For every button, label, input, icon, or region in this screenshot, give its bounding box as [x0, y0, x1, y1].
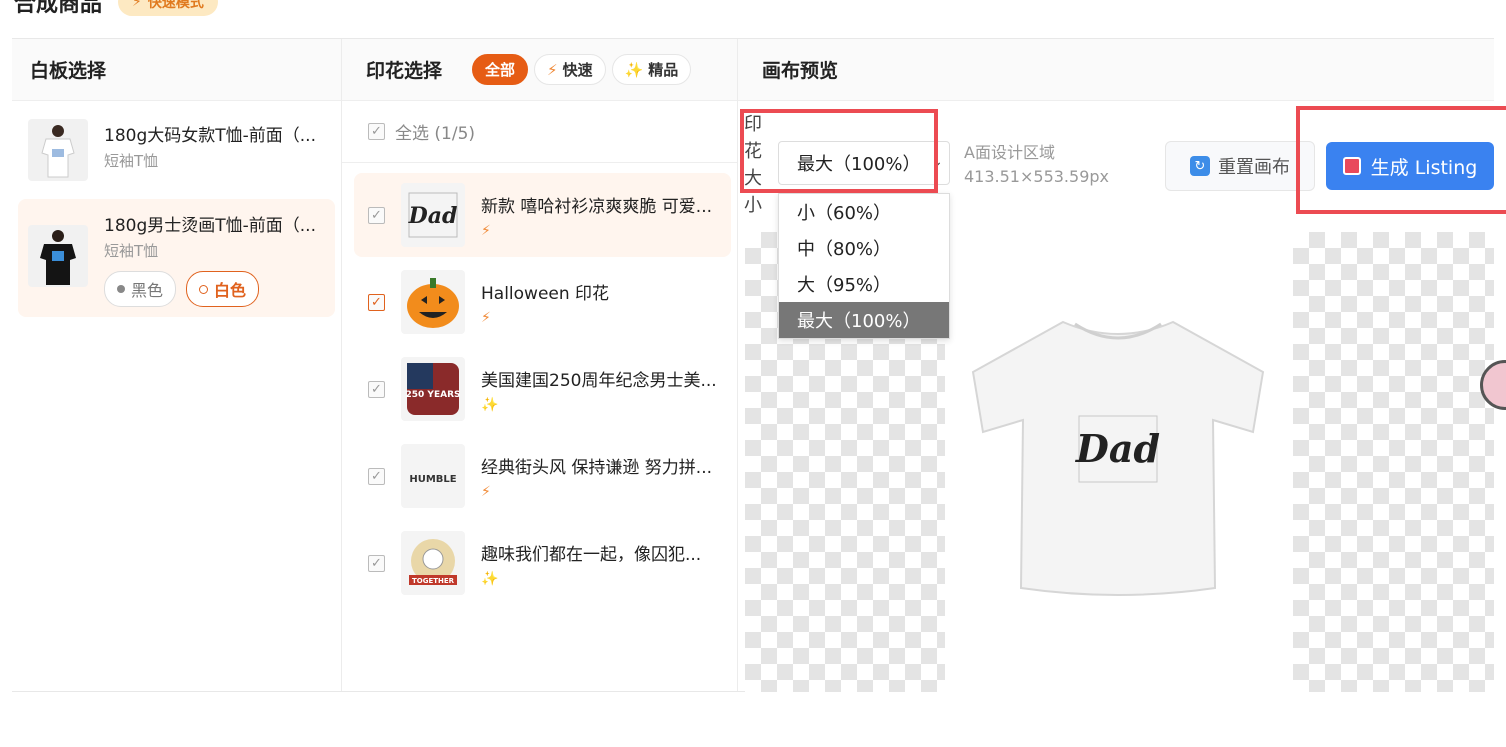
reset-canvas-label: 重置画布 — [1218, 157, 1290, 178]
sparkle-icon: ✨ — [481, 396, 499, 413]
print-checkbox[interactable]: ✓ — [368, 554, 385, 572]
blank-board-header: 白板选择 — [12, 39, 341, 101]
print-thumb-text: HUMBLE — [409, 474, 456, 485]
print-item[interactable]: ✓ Dad 新款 嘻哈衬衫凉爽爽脆 可爱... ⚡ — [354, 173, 731, 257]
design-area-name: A面设计区域 — [964, 143, 1055, 162]
color-chip-white[interactable]: 白色 — [186, 271, 260, 307]
filter-all[interactable]: 全部 — [472, 54, 529, 85]
size-option[interactable]: 小（60%） — [779, 194, 949, 230]
print-filters: 全部 ⚡ 快速 ✨ 精品 — [472, 54, 692, 85]
size-option[interactable]: 中（80%） — [779, 230, 949, 266]
print-column: 印花选择 全部 ⚡ 快速 ✨ 精品 ✓ 全选 (1/5) ✓ Dad 新款 嘻哈衬衫… — [342, 39, 738, 691]
print-size-dropdown: 小（60%） 中（80%） 大（95%） 最大（100%） — [778, 193, 950, 339]
print-thumbnail: HUMBLE — [401, 444, 465, 508]
lightning-icon: ⚡ — [481, 483, 491, 500]
color-chip-black[interactable]: 黑色 — [104, 271, 177, 307]
board-thumbnail — [28, 225, 88, 287]
lightning-icon: ⚡ — [547, 60, 558, 79]
sparkle-icon: ✨ — [481, 570, 499, 587]
canvas-preview-title: 画布预览 — [762, 60, 839, 82]
print-thumb-text: 250 YEARS — [406, 390, 461, 400]
lightning-icon: ⚡ — [132, 0, 142, 10]
canvas-preview-header: 画布预览 — [738, 39, 1494, 101]
listing-icon — [1342, 157, 1361, 175]
print-title-text: 新款 嘻哈衬衫凉爽爽脆 可爱... — [481, 196, 713, 217]
lightning-icon: ⚡ — [481, 222, 491, 239]
radio-ring-icon — [199, 284, 209, 294]
page-header: 合成商品 ⚡ 快速模式 — [0, 0, 218, 18]
print-checkbox[interactable]: ✓ — [368, 380, 385, 398]
tshirt-mockup: Dad — [963, 312, 1273, 606]
board-item-subtitle: 短袖T恤 — [104, 152, 159, 170]
canvas-toolbar: 印花大小 最大（100%） ⌄ A面设计区域 413.51×553.59px ↻… — [738, 101, 1494, 339]
filter-premium[interactable]: ✨ 精品 — [611, 54, 692, 85]
tshirt-print-text: Dad — [1075, 426, 1160, 471]
print-item[interactable]: ✓ Halloween 印花 ⚡ — [354, 260, 731, 344]
print-item[interactable]: ✓ HUMBLE 经典街头风 保持谦逊 努力拼... ⚡ — [354, 434, 731, 518]
print-thumbnail — [401, 270, 465, 334]
print-thumb-text: Dad — [408, 203, 458, 229]
design-area-size: 413.51×553.59px — [964, 167, 1109, 186]
board-thumbnail — [28, 119, 88, 181]
print-thumb-text: TOGETHER — [412, 577, 455, 585]
mode-badge-label: 快速模式 — [147, 0, 204, 11]
print-title-text: Halloween 印花 — [481, 283, 610, 304]
board-item-title: 180g大码女款T恤-前面（... — [104, 126, 316, 146]
chevron-down-icon: ⌄ — [931, 154, 943, 170]
print-size-label: 印花大小 — [744, 114, 762, 216]
lightning-icon: ⚡ — [481, 309, 491, 326]
color-options: 黑色 白色 — [104, 271, 316, 307]
filter-fast[interactable]: ⚡ 快速 — [534, 54, 606, 85]
print-size-value: 最大（100%） — [797, 154, 921, 175]
design-area-info: A面设计区域 413.51×553.59px — [964, 141, 1109, 189]
print-item[interactable]: ✓ TOGETHER 趣味我们都在一起，像囚犯... ✨ — [354, 521, 731, 605]
print-size-select[interactable]: 最大（100%） ⌄ — [778, 141, 950, 185]
transparent-bg-right — [1293, 232, 1494, 692]
print-checkbox[interactable]: ✓ — [368, 293, 385, 311]
print-title-text: 经典街头风 保持谦逊 努力拼... — [481, 457, 713, 478]
print-thumbnail: TOGETHER — [401, 531, 465, 595]
board-item-subtitle: 短袖T恤 — [104, 242, 159, 260]
generate-listing-button[interactable]: 生成 Listing — [1326, 142, 1494, 190]
print-thumbnail: 250 YEARS — [401, 357, 465, 421]
sparkle-icon: ✨ — [624, 60, 644, 79]
page-title: 合成商品 — [14, 0, 103, 17]
mode-badge[interactable]: ⚡ 快速模式 — [118, 0, 218, 16]
print-title-text: 美国建国250周年纪念男士美... — [481, 370, 717, 391]
color-chip-label: 白色 — [214, 281, 247, 300]
print-checkbox[interactable]: ✓ — [368, 206, 385, 224]
reset-canvas-button[interactable]: ↻ 重置画布 — [1165, 141, 1315, 191]
canvas-preview-column: 画布预览 印花大小 最大（100%） ⌄ A面设计区域 413.51×553.5… — [738, 39, 1494, 692]
print-title-text: 趣味我们都在一起，像囚犯... — [481, 544, 702, 565]
refresh-icon: ↻ — [1190, 156, 1210, 176]
print-header: 印花选择 全部 ⚡ 快速 ✨ 精品 — [342, 39, 737, 101]
size-option-selected[interactable]: 最大（100%） — [779, 302, 949, 338]
filter-label: 快速 — [562, 61, 593, 79]
size-option[interactable]: 大（95%） — [779, 266, 949, 302]
print-thumbnail: Dad — [401, 183, 465, 247]
print-checkbox[interactable]: ✓ — [368, 467, 385, 485]
generate-listing-label: 生成 Listing — [1370, 156, 1478, 179]
color-dot-icon — [117, 285, 125, 293]
print-title: 印花选择 — [366, 60, 443, 82]
filter-label: 全部 — [485, 61, 516, 79]
select-all-label: 全选 (1/5) — [395, 124, 476, 144]
board-item-mens[interactable]: 180g男士烫画T恤-前面（... 短袖T恤 黑色 白色 — [18, 199, 335, 317]
blank-board-title: 白板选择 — [30, 60, 107, 82]
select-all-checkbox[interactable]: ✓ — [368, 123, 385, 140]
compose-panel: 白板选择 180g大码女款T恤-前面（... 短袖T恤 180g男士烫画T恤-前… — [12, 38, 1494, 692]
board-item-title: 180g男士烫画T恤-前面（... — [104, 216, 316, 236]
color-chip-label: 黑色 — [131, 281, 164, 300]
print-item[interactable]: ✓ 250 YEARS 美国建国250周年纪念男士美... ✨ — [354, 347, 731, 431]
filter-label: 精品 — [648, 61, 679, 79]
select-all-row[interactable]: ✓ 全选 (1/5) — [342, 101, 737, 163]
board-item-womens[interactable]: 180g大码女款T恤-前面（... 短袖T恤 — [18, 109, 335, 191]
blank-board-column: 白板选择 180g大码女款T恤-前面（... 短袖T恤 180g男士烫画T恤-前… — [12, 39, 342, 691]
